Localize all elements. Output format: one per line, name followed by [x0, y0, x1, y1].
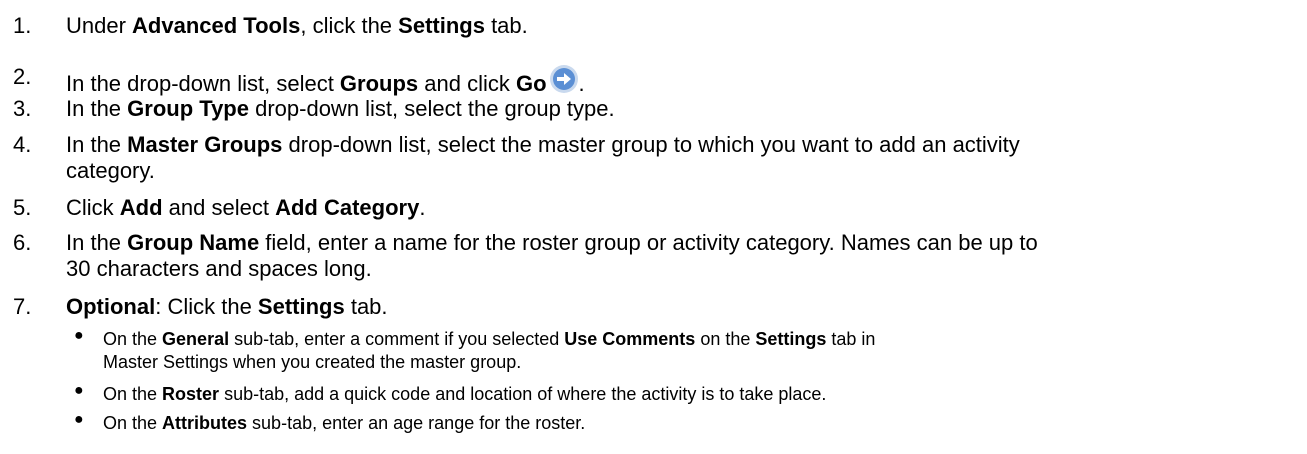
step-text: In the drop-down list, select Groups and…: [66, 64, 1301, 97]
bullet-icon: ●: [74, 382, 84, 399]
ui-term: Roster: [162, 384, 220, 404]
ui-term: Use Comments: [564, 329, 696, 349]
bullet-icon: ●: [74, 327, 84, 344]
sub-item-roster: ● On the Roster sub-tab, add a quick cod…: [74, 382, 1293, 406]
step-number: 5.: [13, 195, 32, 220]
step-text: Under Advanced Tools, click the Settings…: [66, 13, 528, 38]
ui-term: Group Type: [127, 96, 249, 121]
ui-term: General: [162, 329, 230, 349]
step-number: 6.: [13, 230, 32, 255]
sub-item-attributes: ● On the Attributes sub-tab, enter an ag…: [74, 411, 1293, 435]
ui-term: Advanced Tools: [132, 13, 301, 38]
ui-term: Add Category: [275, 195, 420, 220]
ui-term: Optional: [66, 294, 156, 319]
step-number: 3.: [13, 96, 32, 121]
step-number: 4.: [13, 132, 32, 157]
step-number: 1.: [13, 13, 32, 38]
ui-term: Add: [119, 195, 163, 220]
ui-term: Go: [515, 71, 547, 96]
ui-term: Group Name: [127, 230, 260, 255]
ui-term: Master Groups: [127, 132, 283, 157]
ui-term: Settings: [257, 294, 345, 319]
step-text: In the Group Type drop-down list, select…: [66, 96, 615, 121]
step-text: Click Add and select Add Category.: [66, 195, 426, 220]
bullet-icon: ●: [74, 411, 84, 428]
step-number: 2.: [13, 64, 32, 89]
ui-term: Settings: [398, 13, 485, 38]
step-text: In the Group Name field, enter a name fo…: [66, 230, 1038, 281]
ui-term: Groups: [339, 71, 419, 96]
sub-item-general: ● On the General sub-tab, enter a commen…: [74, 327, 1293, 374]
step-text: Optional: Click the Settings tab.: [66, 294, 388, 319]
go-arrow-icon: [549, 64, 579, 94]
step-number: 7.: [13, 294, 32, 319]
step-text: In the Master Groups drop-down list, sel…: [66, 132, 1020, 183]
ui-term: Settings: [755, 329, 827, 349]
ui-term: Attributes: [162, 413, 248, 433]
